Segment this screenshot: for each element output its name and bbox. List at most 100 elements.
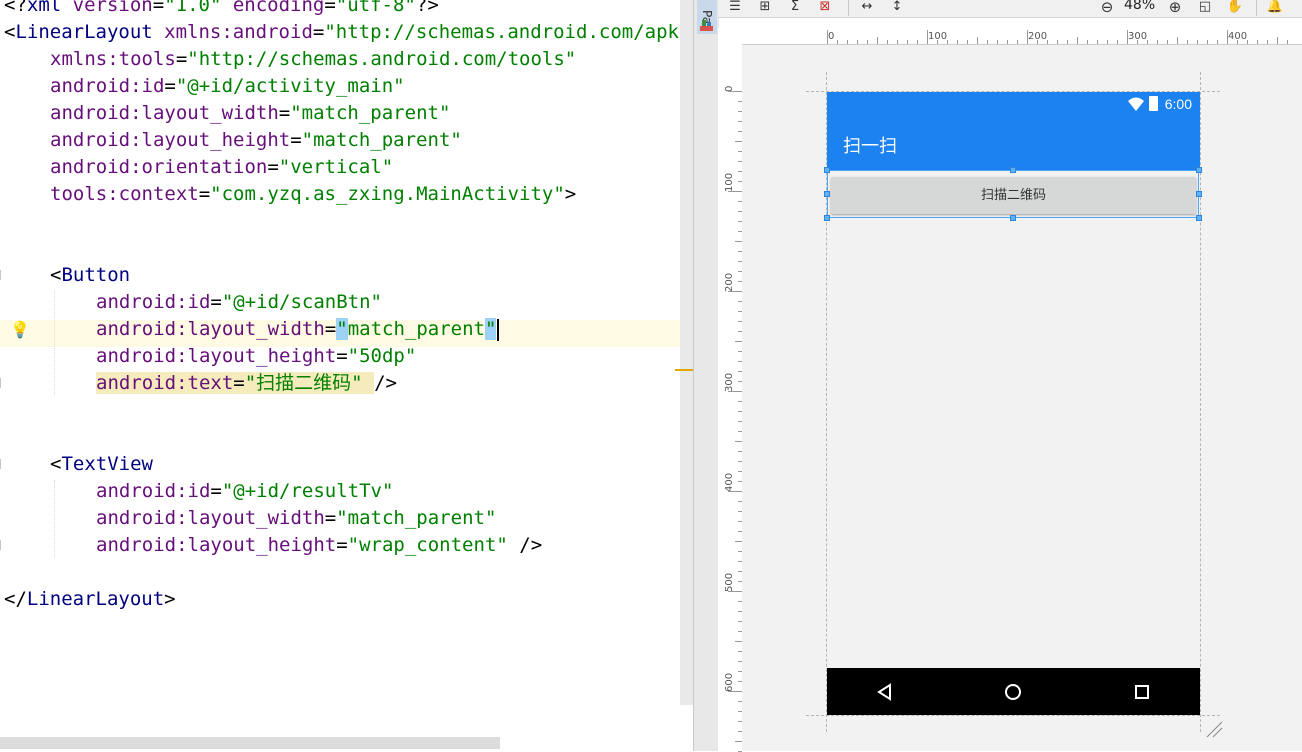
ruler-tick [1017, 40, 1018, 44]
indent-guide [54, 480, 55, 558]
ruler-tick [1057, 40, 1058, 44]
ruler-tick [987, 40, 988, 44]
code-token: "utf-8" [335, 0, 416, 16]
editor-horizontal-scrollbar[interactable] [0, 737, 500, 749]
scrollbar-warning-marker[interactable] [675, 369, 693, 371]
code-line[interactable]: <TextView [50, 451, 153, 478]
xml-code-editor[interactable]: <?xml version="1.0" encoding="utf-8"?> <L… [0, 0, 693, 751]
code-line[interactable]: <Button [50, 262, 130, 289]
ruler-tick [967, 40, 968, 44]
editor-vertical-scrollbar[interactable] [680, 0, 693, 705]
resize-handle[interactable] [1196, 215, 1202, 221]
ruler-tick [937, 40, 938, 44]
resize-handle[interactable] [1010, 215, 1016, 221]
ruler-tick [957, 40, 958, 44]
fold-marker[interactable] [0, 459, 4, 469]
clear-constraints-icon[interactable]: ⊠ [816, 0, 834, 15]
code-token: android:text [96, 372, 234, 394]
code-line[interactable]: android:layout_width="match_parent" [96, 505, 496, 532]
code-token: "match_parent" [301, 129, 462, 151]
ruler-tick [728, 291, 742, 292]
code-token: > [164, 588, 176, 610]
home-icon[interactable] [1003, 682, 1023, 702]
resize-handle[interactable] [1196, 167, 1202, 173]
zoom-fit-icon[interactable]: ◱ [1196, 0, 1214, 15]
zoom-in-icon[interactable]: ⊕ [1166, 0, 1184, 15]
distribute-icon[interactable]: ⊞ [756, 0, 774, 15]
ruler-tick [997, 40, 998, 44]
code-line[interactable]: android:text="扫描二维码" /> [96, 370, 397, 397]
resize-handle[interactable] [824, 215, 830, 221]
code-line[interactable]: android:layout_height="50dp" [96, 343, 416, 370]
ruler-label: 100 [724, 172, 735, 192]
code-token: = [210, 291, 222, 313]
ruler-label: 400 [724, 472, 735, 492]
code-line[interactable]: android:id="@+id/activity_main" [50, 73, 405, 100]
code-token: "@+id/activity_main" [175, 75, 405, 97]
code-token: match_parent [347, 318, 485, 340]
resize-grip-icon[interactable] [1205, 720, 1223, 738]
code-line[interactable]: <LinearLayout xmlns:android="http://sche… [4, 19, 693, 46]
selection-box[interactable] [827, 170, 1199, 218]
fold-marker[interactable] [0, 540, 4, 550]
code-token: = [324, 318, 337, 340]
code-line[interactable]: tools:context="com.yzq.as_zxing.MainActi… [50, 181, 576, 208]
palette-icon[interactable] [699, 17, 714, 32]
resize-handle[interactable] [1196, 191, 1202, 197]
code-token: = [324, 507, 337, 529]
code-line[interactable]: android:id="@+id/scanBtn" [96, 289, 382, 316]
ruler-tick [1087, 40, 1088, 44]
ruler-tick [1137, 40, 1138, 44]
resize-handle[interactable] [1010, 167, 1016, 173]
resize-handle[interactable] [824, 191, 830, 197]
ruler-label: 300 [724, 372, 735, 392]
code-token: = [152, 0, 165, 16]
code-line[interactable]: android:orientation="vertical" [50, 154, 393, 181]
ruler-tick [1147, 40, 1148, 44]
layout-list-icon[interactable]: ☰ [726, 0, 744, 15]
notifications-bell-icon[interactable]: 🔔 [1266, 0, 1284, 15]
code-token: = [233, 372, 245, 394]
fold-marker[interactable] [0, 270, 4, 280]
sum-icon[interactable]: Σ [786, 0, 804, 15]
ruler-label: 500 [724, 572, 735, 592]
code-token: android:layout_height [96, 345, 337, 367]
code-line[interactable]: <?xml version="1.0" encoding="utf-8"?> [4, 0, 439, 19]
code-line[interactable]: android:id="@+id/resultTv" [96, 478, 393, 505]
ruler-tick [1007, 40, 1008, 44]
code-token: "vertical" [278, 156, 394, 178]
intention-lightbulb-icon[interactable]: 💡 [10, 320, 30, 340]
app-bar[interactable]: 扫一扫 [827, 116, 1200, 171]
status-time: 6:00 [1164, 96, 1192, 112]
code-line[interactable]: android:layout_height="match_parent" [50, 127, 462, 154]
zoom-level: 48% [1124, 0, 1156, 13]
code-token: "扫描二维码" [244, 372, 375, 394]
ruler-tick [1207, 40, 1208, 44]
expand-horizontal-icon[interactable]: ↔ [858, 0, 876, 15]
ruler-tick [735, 641, 742, 642]
code-line[interactable]: </LinearLayout> [4, 586, 176, 613]
code-line[interactable]: xmlns:tools="http://schemas.android.com/… [50, 46, 576, 73]
code-line[interactable]: android:layout_height="wrap_content" /> [96, 532, 542, 559]
ruler-tick [728, 191, 742, 192]
code-token: android:orientation [50, 156, 268, 178]
fold-marker[interactable] [0, 378, 4, 388]
code-token: = [336, 345, 348, 367]
code-token: "match_parent" [336, 507, 497, 529]
zoom-out-icon[interactable]: ⊖ [1098, 0, 1116, 15]
device-bound-line [806, 715, 1220, 716]
resize-handle[interactable] [824, 167, 830, 173]
back-icon[interactable] [875, 682, 895, 702]
ruler-tick [1267, 40, 1268, 44]
code-line[interactable]: android:layout_width="match_parent" [50, 100, 450, 127]
code-token: "@+id/scanBtn" [221, 291, 382, 313]
recents-icon[interactable] [1132, 682, 1152, 702]
ruler-tick [1127, 30, 1128, 44]
code-token: " [336, 318, 348, 340]
expand-vertical-icon[interactable]: ↕ [888, 0, 906, 15]
pan-hand-icon[interactable]: ✋ [1226, 0, 1244, 15]
ruler-label: 0 [828, 31, 835, 42]
code-line[interactable]: android:layout_width="match_parent" [96, 316, 500, 343]
text-caret [497, 318, 500, 341]
code-token: xmlns:android [164, 21, 313, 43]
